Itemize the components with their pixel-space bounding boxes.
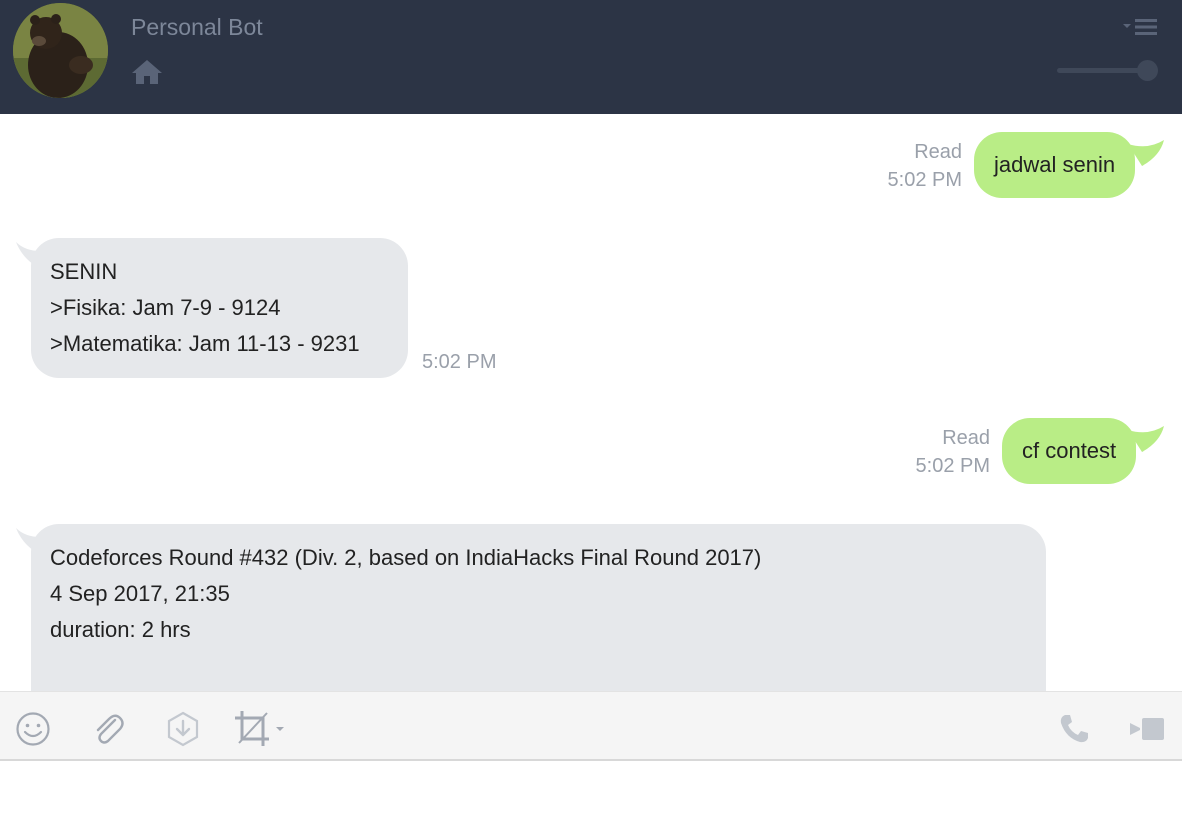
message-line: SENIN [50, 259, 118, 284]
composer-toolbar [0, 691, 1182, 761]
bubble-tail [1128, 140, 1164, 166]
message-time: 5:02 PM [887, 169, 962, 191]
slider-knob[interactable] [1137, 60, 1158, 81]
read-status: Read [914, 141, 962, 163]
message-line: Codeforces Round #432 (Div. 2, based on … [50, 545, 762, 570]
message-line: 4 Sep 2017, 21:35 [50, 581, 230, 606]
menu-icon[interactable] [1121, 17, 1159, 37]
outgoing-message[interactable]: cf contest [1002, 418, 1137, 484]
chat-header: Personal Bot [0, 0, 1182, 114]
message-time: 5:02 PM [422, 351, 497, 373]
message-meta: Read 5:02 PM [868, 424, 990, 480]
message-line: >Fisika: Jam 7-9 - 9124 [50, 295, 281, 320]
call-icon[interactable] [1058, 713, 1090, 750]
message-time: 5:02 PM [915, 455, 990, 477]
message-meta: Read 5:02 PM [840, 138, 962, 194]
emoji-icon[interactable] [15, 711, 51, 752]
download-icon[interactable] [165, 711, 201, 752]
message-text: cf contest [1022, 438, 1117, 463]
message-line: >Matematika: Jam 11-13 - 9231 [50, 331, 360, 356]
chat-title: Personal Bot [131, 14, 263, 40]
attach-icon[interactable] [90, 711, 126, 752]
incoming-message[interactable]: SENIN >Fisika: Jam 7-9 - 9124 >Matematik… [31, 238, 408, 378]
screenshot-crop-icon[interactable] [233, 709, 289, 754]
bubble-tail [1128, 426, 1164, 452]
message-text: jadwal senin [994, 152, 1116, 177]
incoming-message[interactable]: Codeforces Round #432 (Div. 2, based on … [31, 524, 1046, 691]
avatar[interactable] [13, 3, 108, 98]
home-icon[interactable] [131, 58, 163, 86]
outgoing-message[interactable]: jadwal senin [974, 132, 1136, 198]
message-list[interactable]: Read 5:02 PM jadwal senin SENIN >Fisika:… [0, 114, 1182, 691]
message-input[interactable] [0, 761, 1182, 836]
video-call-icon[interactable] [1128, 715, 1166, 748]
message-line: duration: 2 hrs [50, 617, 191, 642]
volume-slider[interactable] [1057, 60, 1159, 81]
read-status: Read [942, 427, 990, 449]
